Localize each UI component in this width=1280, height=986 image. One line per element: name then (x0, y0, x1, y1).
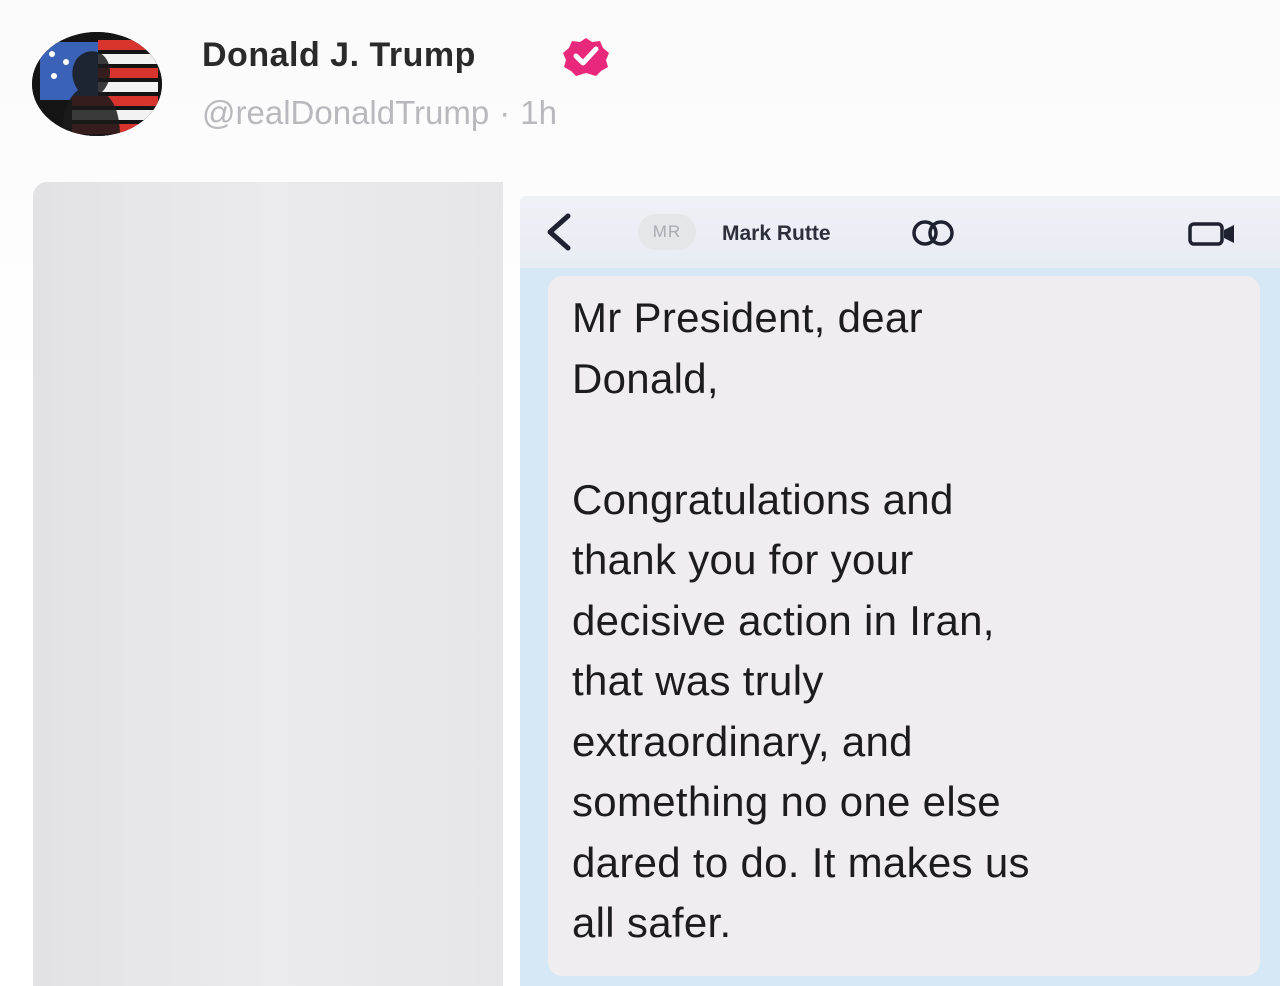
chat-bottom-edge (520, 976, 1280, 986)
separator: · (499, 94, 511, 131)
video-camera-icon (1188, 220, 1236, 248)
message-bubble: Mr President, dear Donald, Congratulatio… (548, 276, 1260, 976)
chevron-left-icon (540, 210, 580, 254)
contact-avatar: MR (638, 214, 696, 250)
handle-line: @realDonaldTrump · 1h (202, 94, 557, 132)
media-image-left[interactable] (33, 182, 503, 986)
post-header: Donald J. Trump @realDonaldTrump · 1h (30, 28, 830, 140)
chat-header: MR Mark Rutte (520, 196, 1280, 268)
display-name[interactable]: Donald J. Trump (202, 36, 476, 75)
post-page: Donald J. Trump @realDonaldTrump · 1h MR M… (0, 0, 1280, 986)
message-text: Mr President, dear Donald, Congratulatio… (572, 294, 1030, 946)
verified-badge-icon (562, 36, 610, 76)
handle[interactable]: @realDonaldTrump (202, 94, 489, 131)
timestamp[interactable]: 1h (520, 94, 557, 131)
contact-name: Mark Rutte (722, 222, 831, 245)
media-image-chat-screenshot[interactable]: MR Mark Rutte Mr President, dear Donald,… (520, 196, 1280, 986)
avatar[interactable] (32, 32, 162, 136)
flag-portrait-icon (32, 32, 162, 136)
linked-circles-icon (908, 218, 958, 248)
